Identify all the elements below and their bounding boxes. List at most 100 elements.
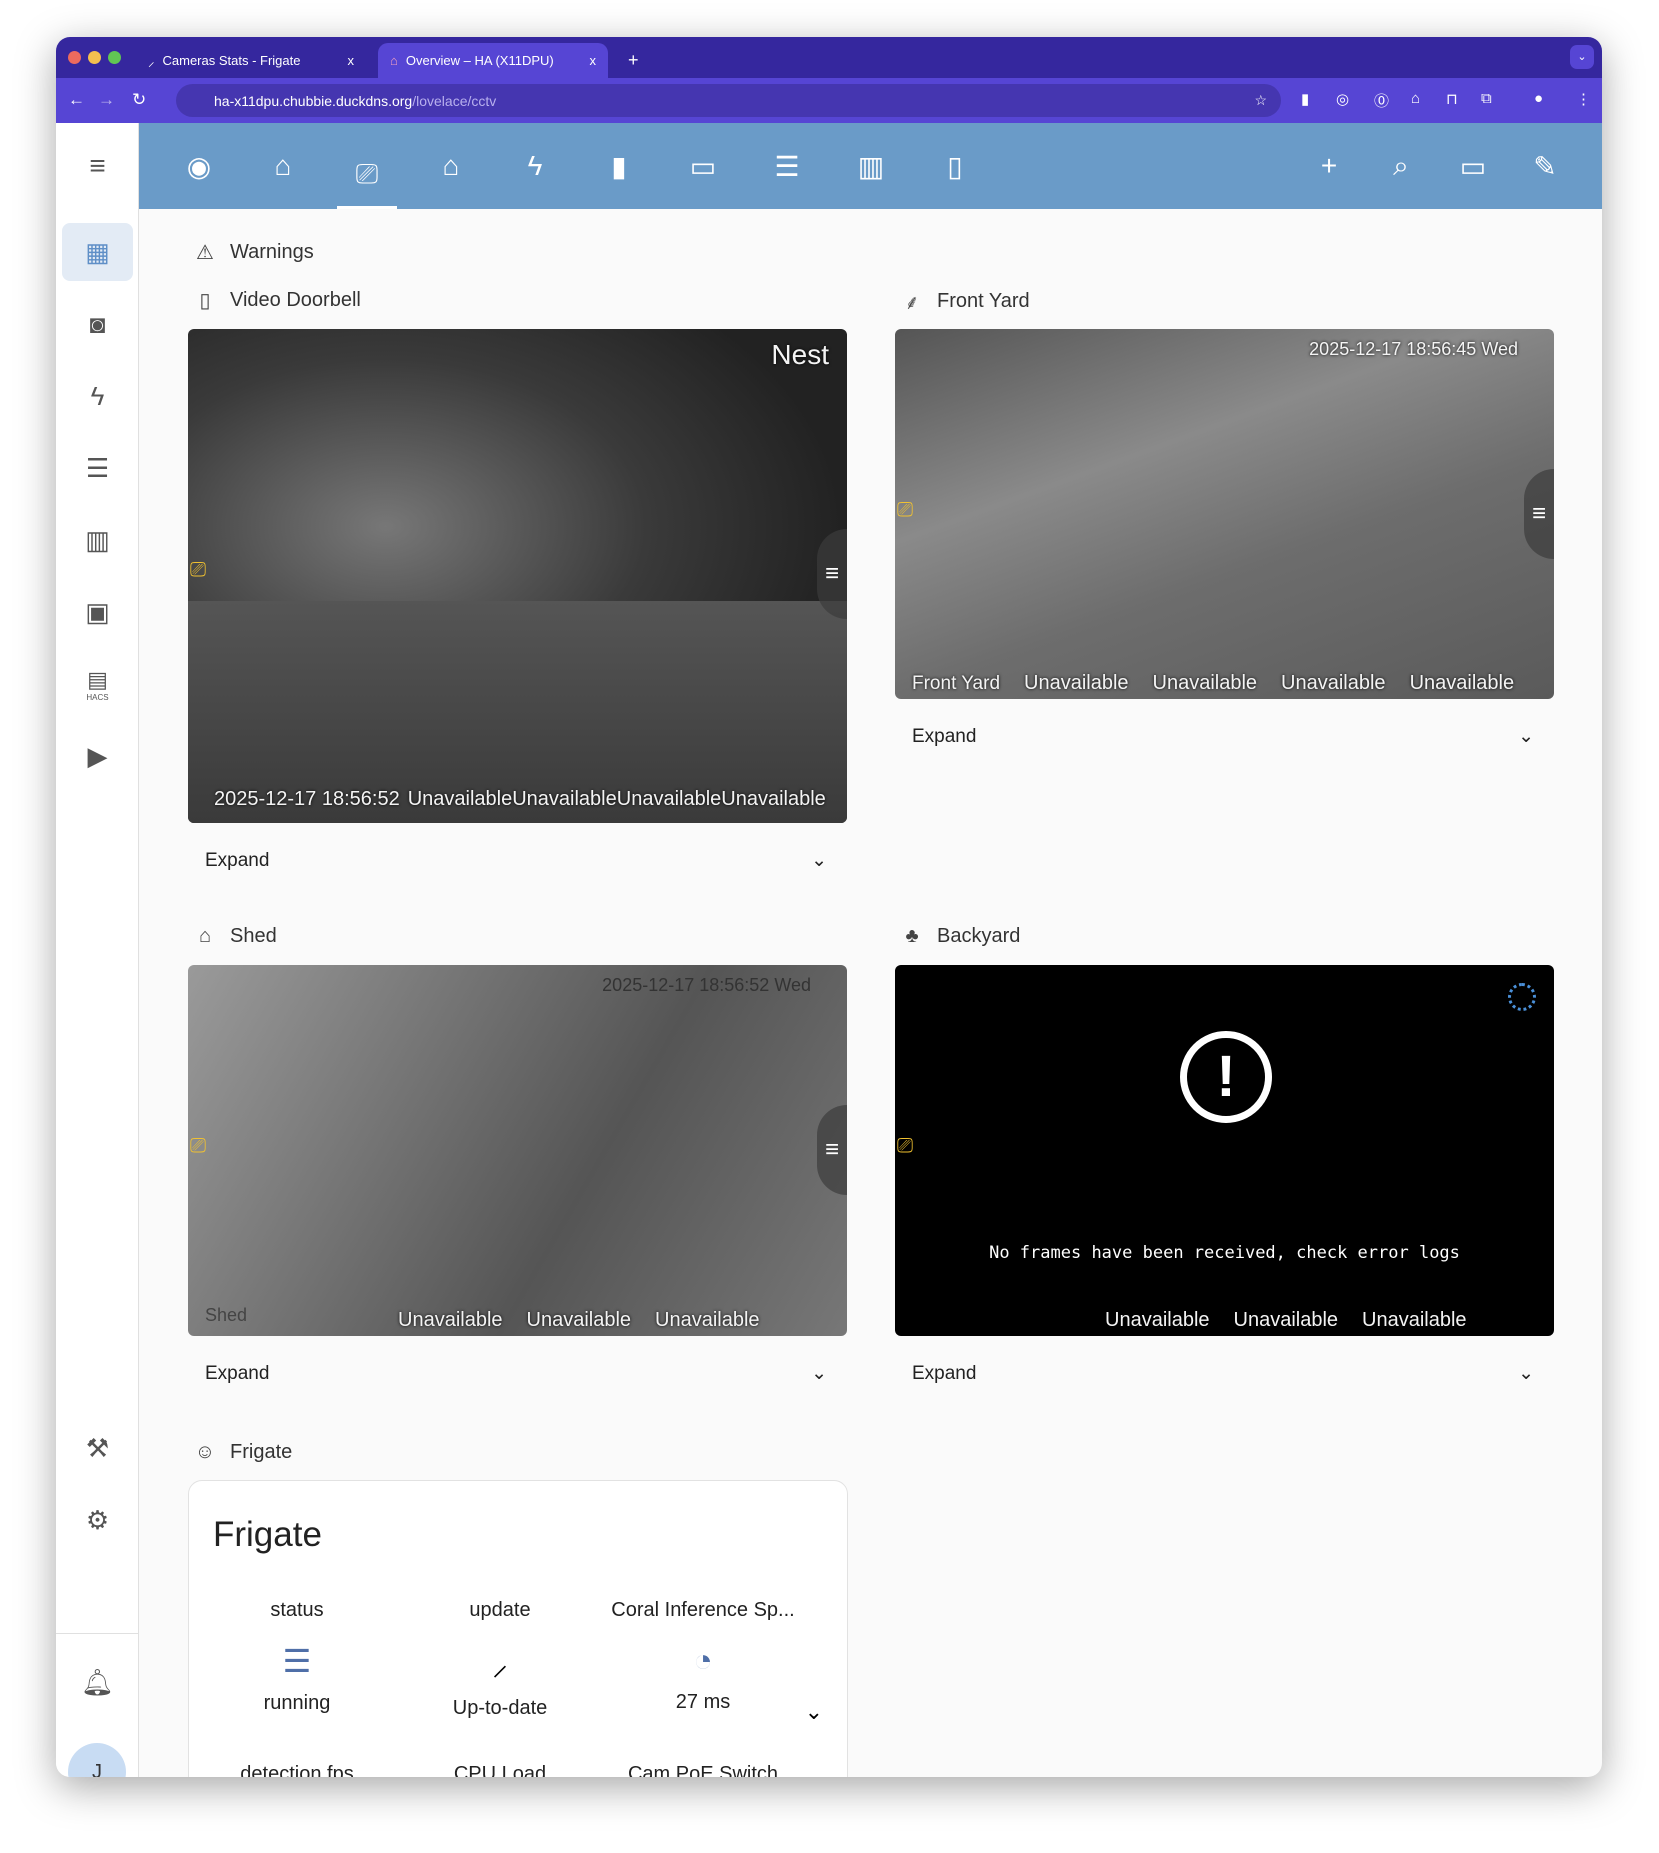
entity-state[interactable]: Unavailable — [527, 1309, 632, 1332]
entity-detection-fps[interactable]: detection fps — [197, 1763, 397, 1777]
sidebar-item-hacs[interactable]: ▤ HACS — [62, 655, 133, 713]
chevron-down-icon[interactable]: ⌄ — [805, 1699, 823, 1725]
backyard-expand[interactable]: Expand ⌄ — [895, 1362, 1554, 1385]
sidebar-item-developer-tools[interactable]: ⚒ — [62, 1419, 133, 1477]
star-icon[interactable]: ☆ — [1254, 92, 1267, 109]
search-icon[interactable]: ⌕ — [1371, 143, 1431, 189]
view-network-icon[interactable]: ▥ — [841, 143, 901, 189]
entity-state[interactable]: Unavailable — [512, 788, 617, 811]
hamburger-icon[interactable]: ≡ — [62, 123, 133, 209]
camera-timestamp: 2025-12-17 18:56:52 — [214, 788, 400, 810]
backyard-camera[interactable]: ! ⎚ No frames have been received, check … — [895, 965, 1554, 1336]
front-yard-camera[interactable]: 2025-12-17 18:56:45 Wed ⎚ ≡ Front Yard U… — [895, 329, 1554, 699]
sidebar-item-notifications[interactable]: 🔔︎ — [62, 1653, 133, 1711]
view-home-icon[interactable]: ⌂ — [253, 143, 313, 189]
browser-window: ⸝ Cameras Stats - Frigate x ⌂ Overview – HA… — [56, 37, 1602, 1777]
password-manager-icon[interactable]: ⓪ — [1374, 90, 1389, 111]
entity-state[interactable]: Unavailable — [1281, 672, 1386, 695]
entity-state[interactable]: Unavailable — [721, 788, 826, 811]
extension-icon[interactable]: ⌂ — [1411, 90, 1420, 107]
entity-coral-inference[interactable]: Coral Inference Sp... ◔ 27 ms — [603, 1599, 803, 1714]
account-box-icon: ◙ — [89, 308, 106, 339]
sidebar-item-history[interactable]: ▥ — [62, 511, 133, 569]
view-cctv-icon[interactable]: ⎚ — [337, 143, 397, 209]
entity-state[interactable]: Unavailable — [655, 1309, 760, 1332]
reload-icon[interactable]: ↻ — [132, 90, 146, 110]
chevron-down-icon: ⌄ — [811, 1363, 827, 1384]
view-server-icon[interactable]: ☰ — [757, 143, 817, 189]
sidebar-item-energy[interactable]: ϟ — [62, 367, 133, 425]
play-box-icon: ▶ — [87, 740, 108, 771]
card-title: Frigate — [213, 1515, 322, 1554]
robot-icon: ☺ — [194, 1441, 216, 1463]
tab-overview[interactable]: ⌂ Overview – HA (X11DPU) x — [378, 43, 608, 78]
entity-state[interactable]: Unavailable — [1153, 672, 1258, 695]
entity-state[interactable]: Unavailable — [1410, 672, 1515, 695]
alert-icon: ⚠ — [196, 242, 214, 264]
calendar-icon: ▣ — [85, 596, 110, 627]
profile-icon[interactable]: ● — [1534, 90, 1543, 107]
extension-icon[interactable]: ▮ — [1301, 90, 1309, 108]
gear-icon: ⚙ — [85, 1504, 110, 1535]
doorbell-expand[interactable]: Expand ⌄ — [188, 849, 847, 872]
close-tab-icon[interactable]: x — [590, 53, 597, 68]
edit-icon[interactable]: ✎ — [1515, 143, 1575, 189]
frigate-heading: ☺ Frigate — [194, 1441, 293, 1463]
entity-state[interactable]: Unavailable — [408, 788, 513, 811]
sidebar-item-calendar[interactable]: ▣ — [62, 583, 133, 641]
camera-menu-button[interactable]: ≡ — [817, 1105, 847, 1195]
palm-tree-icon: ⸙ — [904, 292, 920, 314]
entity-status[interactable]: status ☰ running — [197, 1599, 397, 1715]
reading-list-icon[interactable]: ⊓ — [1446, 90, 1458, 108]
sidebar-item-map[interactable]: ◙ — [62, 295, 133, 353]
tab-bar: ⸝ Cameras Stats - Frigate x ⌂ Overview – HA… — [56, 37, 1602, 78]
entity-state[interactable]: Unavailable — [1234, 1309, 1339, 1332]
extension-icon[interactable]: ◎ — [1336, 90, 1349, 108]
camera-menu-button[interactable]: ≡ — [817, 529, 847, 619]
forward-icon[interactable]: → — [98, 90, 115, 110]
app-header: ◉ ⌂ ⎚ ⌂ ϟ ▮ ▭ ☰ ▥ ▯ + ⌕ ▭ ✎ — [139, 123, 1602, 209]
shed-heading: ⌂ Shed — [194, 925, 277, 948]
close-tab-icon[interactable]: x — [348, 53, 355, 68]
front-yard-expand[interactable]: Expand ⌄ — [895, 725, 1554, 748]
assist-icon[interactable]: ▭ — [1443, 143, 1503, 189]
pine-tree-icon: ♣ — [905, 925, 919, 947]
doorbell-camera[interactable]: Nest ⎚ ≡ 2025-12-17 18:56:52 Unavailable… — [188, 329, 847, 823]
new-tab-button[interactable]: + — [616, 43, 651, 78]
entity-cpu-load[interactable]: CPU Load — [400, 1763, 600, 1777]
back-icon[interactable]: ← — [68, 90, 85, 110]
add-icon[interactable]: + — [1299, 143, 1359, 189]
tab-frigate[interactable]: ⸝ Cameras Stats - Frigate x — [136, 43, 366, 78]
entity-update[interactable]: update ⸝ Up-to-date — [400, 1599, 600, 1720]
cctv-icon: ⎚ — [897, 1135, 913, 1157]
view-phone-icon[interactable]: ▯ — [925, 143, 985, 189]
entity-state[interactable]: Unavailable — [1105, 1309, 1210, 1332]
view-battery-icon[interactable]: ▮ — [589, 143, 649, 189]
entity-state[interactable]: Unavailable — [1362, 1309, 1467, 1332]
entity-state[interactable]: Unavailable — [617, 788, 722, 811]
view-eye-icon[interactable]: ◉ — [169, 143, 229, 189]
camera-menu-button[interactable]: ≡ — [1524, 469, 1554, 559]
cctv-icon: ⎚ — [190, 559, 206, 581]
avatar[interactable]: J — [68, 1743, 126, 1777]
sidebar-item-media[interactable]: ▶ — [62, 727, 133, 785]
shed-camera[interactable]: 2025-12-17 18:56:52 Wed ⎚ ≡ Shed Unavail… — [188, 965, 847, 1336]
speedometer-icon: ◔ — [693, 1642, 713, 1678]
url-input[interactable]: ha-x11dpu.chubbie.duckdns.org/lovelace/c… — [176, 84, 1281, 117]
entity-cam-poe-switch[interactable]: Cam PoE Switch — [603, 1763, 803, 1777]
tab-search-button[interactable]: ⌄ — [1570, 45, 1594, 69]
menu-icon[interactable]: ⋮ — [1576, 90, 1591, 108]
entity-state[interactable]: Unavailable — [398, 1309, 503, 1332]
sidebar-item-settings[interactable]: ⚙ — [62, 1491, 133, 1549]
view-hvac-icon[interactable]: ▭ — [673, 143, 733, 189]
extensions-icon[interactable]: ⧉ — [1481, 90, 1492, 107]
sidebar-item-overview[interactable]: ▦ — [62, 223, 133, 281]
store-icon: ▤ — [87, 666, 108, 692]
camera-label: Shed — [205, 1305, 248, 1325]
shed-expand[interactable]: Expand ⌄ — [188, 1362, 847, 1385]
entity-state[interactable]: Unavailable — [1024, 672, 1129, 695]
cctv-icon: ⎚ — [897, 499, 913, 521]
view-lightning-icon[interactable]: ϟ — [505, 143, 565, 189]
view-home-thermometer-icon[interactable]: ⌂ — [421, 143, 481, 189]
sidebar-item-logbook[interactable]: ☰ — [62, 439, 133, 497]
